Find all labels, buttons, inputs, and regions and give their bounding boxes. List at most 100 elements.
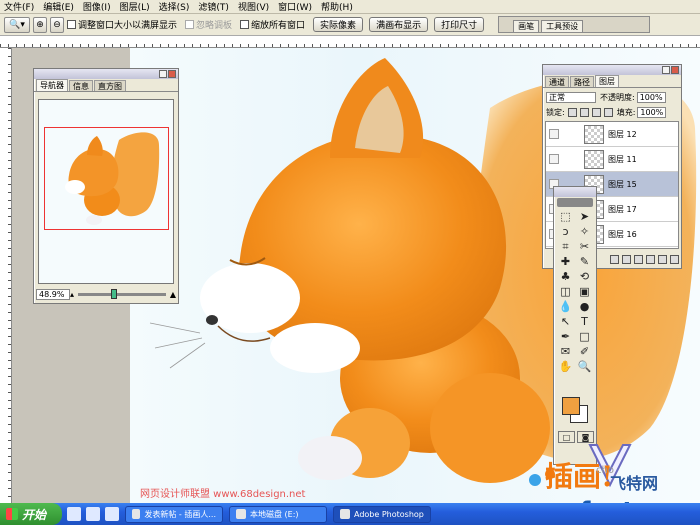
start-button[interactable]: 开始: [0, 503, 62, 525]
zoom-out-button[interactable]: ⊖: [50, 16, 64, 33]
crop-icon[interactable]: ⌗: [556, 239, 575, 254]
quicklaunch-folder-icon[interactable]: [105, 507, 119, 521]
feather-logo[interactable]: [557, 198, 593, 207]
close-icon[interactable]: [671, 66, 679, 74]
zoom-tool-preset-button[interactable]: 🔍▾: [4, 16, 30, 33]
fit-window-label: 调整窗口大小以满屏显示: [78, 21, 178, 31]
lock-transparency-icon[interactable]: [567, 107, 577, 117]
layer-row[interactable]: 图层 12: [546, 122, 678, 147]
zoom-slider-knob[interactable]: [111, 289, 118, 299]
magic-wand-icon[interactable]: ✧: [575, 224, 594, 239]
tab-histogram[interactable]: 直方图: [94, 80, 126, 91]
slice-icon[interactable]: ✂: [575, 239, 594, 254]
hand-icon[interactable]: ✋: [556, 359, 575, 374]
menu-edit[interactable]: 编辑(E): [43, 0, 74, 13]
menu-window[interactable]: 窗口(W): [278, 0, 312, 13]
quicklaunch-desktop-icon[interactable]: [67, 507, 81, 521]
toolbox-titlebar[interactable]: [554, 187, 596, 197]
lock-position-icon[interactable]: [591, 107, 601, 117]
zoom-in-small-icon[interactable]: ▲: [170, 290, 176, 299]
adjustment-icon[interactable]: [646, 254, 655, 264]
lock-all-icon[interactable]: [603, 107, 613, 117]
navigator-thumbnail[interactable]: [38, 99, 174, 284]
panel-titlebar[interactable]: [34, 69, 178, 79]
eyedropper-icon[interactable]: ✐: [575, 344, 594, 359]
fill-field[interactable]: 100%: [637, 106, 667, 118]
notes-icon[interactable]: ✉: [556, 344, 575, 359]
navigator-footer: 48.9% ▴ ▲: [36, 288, 176, 301]
palette-well: 画笔 工具预设: [498, 16, 651, 33]
menu-layer[interactable]: 图层(L): [120, 0, 150, 13]
lasso-icon[interactable]: ↄ: [556, 224, 575, 239]
actual-pixels-button[interactable]: 实际像素: [313, 17, 364, 32]
trash-icon[interactable]: [670, 254, 679, 264]
tab-info[interactable]: 信息: [69, 80, 93, 91]
windows-logo-icon: [6, 508, 18, 520]
minimize-icon[interactable]: [159, 70, 167, 78]
zoom-out-small-icon[interactable]: ▴: [70, 290, 74, 299]
print-size-button[interactable]: 打印尺寸: [434, 17, 485, 32]
gradient-icon[interactable]: ▣: [575, 284, 594, 299]
foreground-color-swatch[interactable]: [562, 397, 580, 415]
layer-row[interactable]: 图层 11: [546, 147, 678, 172]
menu-select[interactable]: 选择(S): [159, 0, 190, 13]
mask-icon[interactable]: [634, 254, 643, 264]
watermark-brand: 飞特网: [610, 474, 659, 493]
path-select-icon[interactable]: ↖: [556, 314, 575, 329]
menu-file[interactable]: 文件(F): [4, 0, 34, 13]
stamp-icon[interactable]: ♣: [556, 269, 575, 284]
visibility-icon[interactable]: [549, 154, 559, 164]
toolbox: ⬚ ➤ ↄ ✧ ⌗ ✂ ✚ ✎ ♣ ⟲ ◫ ▣ 💧 ● ↖ T ✒ □ ✉ ✐ ✋ 🔍 □ ◙: [553, 186, 597, 465]
zoom-all-windows-checkbox[interactable]: 缩放所有窗口: [240, 18, 305, 31]
well-tab-tool-presets[interactable]: 工具预设: [541, 20, 584, 32]
tab-paths[interactable]: 路径: [570, 76, 594, 87]
menu-filter[interactable]: 滤镜(T): [198, 0, 229, 13]
menu-view[interactable]: 视图(V): [238, 0, 269, 13]
lock-image-icon[interactable]: [579, 107, 589, 117]
link-icon[interactable]: [610, 254, 619, 264]
menu-help[interactable]: 帮助(H): [321, 0, 353, 13]
shape-icon[interactable]: □: [575, 329, 594, 344]
dodge-icon[interactable]: ●: [575, 299, 594, 314]
visibility-icon[interactable]: [549, 129, 559, 139]
layer-style-icon[interactable]: [622, 254, 631, 264]
task-browser[interactable]: 发表新帖 - 插画人...: [125, 505, 223, 523]
tab-channels[interactable]: 通道: [545, 76, 569, 87]
navigator-view-box[interactable]: [44, 127, 169, 230]
history-brush-icon[interactable]: ⟲: [575, 269, 594, 284]
brush-icon[interactable]: ✎: [575, 254, 594, 269]
task-explorer[interactable]: 本地磁盘 (E:): [229, 505, 327, 523]
menu-bar: 文件(F) 编辑(E) 图像(I) 图层(L) 选择(S) 滤镜(T) 视图(V…: [0, 0, 700, 14]
type-icon[interactable]: T: [575, 314, 594, 329]
panel-titlebar[interactable]: [543, 65, 681, 75]
zoom-out-icon: ⊖: [53, 19, 61, 30]
browser-icon: [132, 509, 141, 519]
move-icon[interactable]: ➤: [575, 209, 594, 224]
taskbar: 开始 发表新帖 - 插画人... 本地磁盘 (E:) Adobe Photosh…: [0, 503, 700, 525]
opacity-label: 不透明度:: [600, 92, 635, 102]
task-photoshop[interactable]: Adobe Photoshop: [333, 505, 431, 523]
fit-screen-button[interactable]: 满画布显示: [369, 17, 429, 32]
tab-layers[interactable]: 图层: [595, 75, 619, 87]
quicklaunch-ie-icon[interactable]: [86, 507, 100, 521]
zoom-icon[interactable]: 🔍: [575, 359, 594, 374]
new-layer-icon[interactable]: [658, 254, 667, 264]
ignore-palettes-checkbox[interactable]: 忽略调板: [185, 18, 232, 31]
healing-icon[interactable]: ✚: [556, 254, 575, 269]
minimize-icon[interactable]: [662, 66, 670, 74]
navigator-zoom-slider[interactable]: [78, 289, 166, 299]
navigator-zoom-field[interactable]: 48.9%: [36, 289, 70, 300]
marquee-icon[interactable]: ⬚: [556, 209, 575, 224]
fit-window-checkbox[interactable]: 调整窗口大小以满屏显示: [67, 18, 177, 31]
menu-image[interactable]: 图像(I): [83, 0, 111, 13]
close-icon[interactable]: [168, 70, 176, 78]
opacity-field[interactable]: 100%: [636, 91, 666, 103]
blur-icon[interactable]: 💧: [556, 299, 575, 314]
zoom-in-button[interactable]: ⊕: [33, 16, 47, 33]
tab-navigator[interactable]: 导航器: [36, 79, 68, 91]
eraser-icon[interactable]: ◫: [556, 284, 575, 299]
blend-mode-select[interactable]: 正常: [546, 91, 596, 103]
well-tab-brushes[interactable]: 画笔: [513, 20, 540, 32]
pen-icon[interactable]: ✒: [556, 329, 575, 344]
panel-tabs: 通道 路径 图层: [543, 75, 681, 88]
